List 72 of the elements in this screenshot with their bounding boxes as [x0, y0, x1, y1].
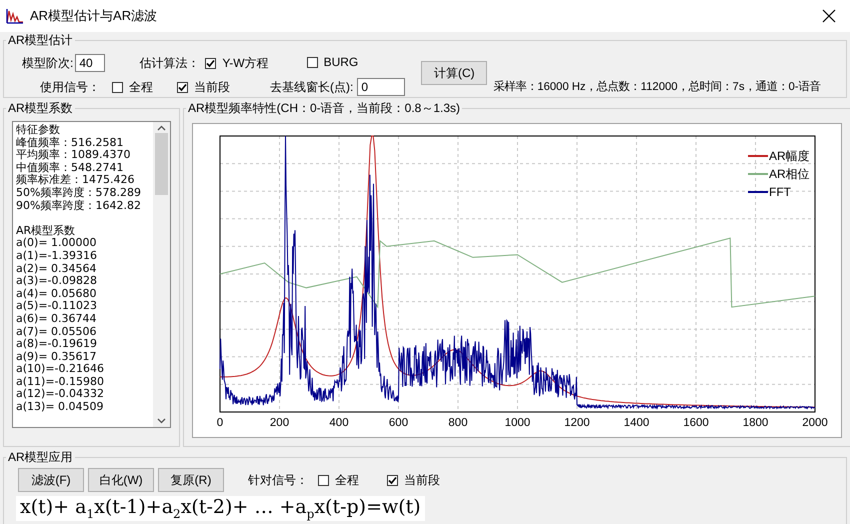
list-line: a(10)=-0.21646 — [16, 363, 105, 376]
axis-tick-label: 1600 — [683, 417, 709, 429]
checkbox-label: 全程 — [129, 78, 153, 96]
list-line: 50%频率跨度：578.289 — [16, 186, 142, 200]
checkbox[interactable] — [387, 474, 398, 486]
action-button[interactable]: 白化(W) — [88, 468, 154, 492]
formula-text: x(t)+ a$_{1}$x(t-1)+a$_{2}$x(t-2)+ … +a$_{p}$x(t-p)=w(t) — [16, 496, 425, 521]
checkbox-label: 当前段 — [404, 472, 440, 488]
list-line: a(4)= 0.05680 — [16, 288, 98, 300]
list-line: a(6)= 0.36744 — [16, 312, 98, 326]
close-icon[interactable] — [822, 9, 836, 23]
list-line: a(8)=-0.19619 — [16, 338, 98, 351]
axis-tick-label: 400 — [329, 417, 349, 429]
list-line: 平均频率：1089.4370 — [16, 149, 132, 162]
list-line: a(13)= 0.04509 — [16, 401, 105, 414]
checkbox-label: BURG — [324, 55, 358, 70]
list-line: 90%频率跨度：1642.82 — [16, 200, 142, 212]
checkbox-label: Y-W方程 — [222, 54, 269, 72]
legend-label: AR幅度 — [769, 149, 810, 163]
checkbox[interactable] — [205, 58, 216, 68]
list-line: AR模型系数 — [16, 224, 76, 238]
info-text: 采样率：16000 Hz，总点数：112000，总时间：7s，通道：0-语音 — [493, 79, 821, 94]
order-field[interactable]: 40 — [75, 54, 106, 72]
list-line: 峰值频率：516.2581 — [16, 136, 124, 149]
scroll-down-icon[interactable] — [157, 418, 166, 424]
checkbox[interactable] — [112, 82, 123, 92]
axis-tick-label: 800 — [448, 417, 468, 429]
checkbox-label: 当前段 — [194, 78, 230, 96]
field-label: 模型阶次: — [22, 54, 74, 72]
baseline-field[interactable]: 0 — [357, 78, 406, 96]
group-title: AR模型系数 — [7, 100, 74, 117]
checkbox[interactable] — [306, 56, 318, 68]
action-button[interactable]: 滤波(F) — [18, 468, 84, 492]
list-line: 中值频率：548.2741 — [16, 162, 124, 174]
list-line: a(5)=-0.11023 — [16, 300, 98, 313]
axis-tick-label: 1800 — [742, 417, 768, 429]
action-button[interactable]: 复原(R) — [158, 468, 224, 492]
list-line: a(11)=-0.15980 — [16, 376, 105, 388]
scroll-up-icon[interactable] — [157, 125, 166, 131]
list-line: 频率标准差：1475.426 — [16, 174, 136, 186]
list-line: a(0)= 1.00000 — [16, 237, 98, 250]
scrollbar[interactable] — [153, 122, 170, 427]
app-icon — [6, 8, 24, 24]
field-label: 针对信号： — [248, 472, 308, 488]
axis-tick-label: 1400 — [624, 417, 650, 429]
list-line: a(3)=-0.09828 — [16, 275, 98, 288]
axis-tick-label: 2000 — [802, 417, 828, 429]
scrollbar-thumb[interactable] — [155, 133, 168, 195]
group-title: AR模型频率特性(CH：0-语音，当前段：0.8～1.3s) — [187, 100, 462, 117]
axis-tick-label: 200 — [270, 417, 290, 429]
checkbox[interactable] — [177, 82, 188, 92]
axis-tick-label: 1200 — [564, 417, 590, 429]
list-line: a(12)=-0.04332 — [16, 388, 105, 402]
list-line: a(9)= 0.35617 — [16, 350, 98, 364]
axis-tick-label: 600 — [388, 417, 408, 429]
field-label: 使用信号： — [40, 78, 100, 96]
checkbox[interactable] — [318, 474, 329, 486]
list-line: a(7)= 0.05506 — [16, 326, 98, 338]
group-title: AR模型应用 — [7, 449, 74, 466]
legend-label: FFT — [769, 185, 791, 199]
list-line: 特征参数 — [16, 124, 61, 136]
compute-button[interactable]: 计算(C) — [421, 61, 488, 85]
field-label: 去基线窗长(点): — [270, 78, 354, 96]
group-title: AR模型估计 — [7, 32, 74, 49]
axis-tick-label: 0 — [216, 417, 224, 429]
axis-tick-label: 1000 — [504, 417, 530, 429]
checkbox-label: 全程 — [335, 472, 359, 488]
field-label: 估计算法： — [139, 54, 200, 72]
list-line: a(1)=-1.39316 — [16, 250, 98, 263]
list-line: a(2)= 0.34564 — [16, 262, 98, 276]
legend-label: AR相位 — [769, 167, 810, 181]
window-title: AR模型估计与AR滤波 — [30, 7, 158, 25]
